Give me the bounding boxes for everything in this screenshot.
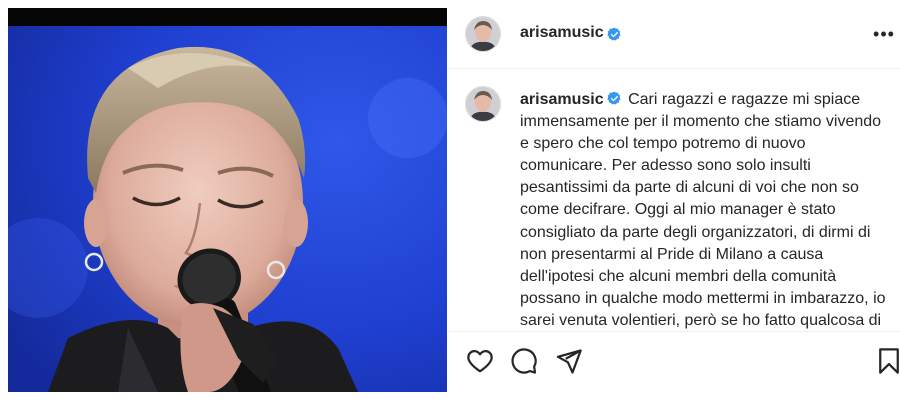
avatar[interactable] [465, 16, 501, 52]
share-icon[interactable] [555, 347, 583, 375]
post-header: arisamusic ••• [447, 0, 900, 69]
caption-username-link[interactable]: arisamusic [520, 91, 604, 108]
post-details-panel: arisamusic ••• arisamusic Cari ragazzi e… [447, 0, 900, 400]
verified-badge-icon [607, 27, 621, 41]
verified-badge-icon [606, 91, 621, 105]
username-link[interactable]: arisamusic [520, 24, 604, 42]
post-actions-bar [447, 331, 900, 401]
heart-icon[interactable] [466, 347, 494, 375]
caption-text: Cari ragazzi e ragazze mi spiace immensa… [520, 91, 886, 329]
caption-avatar[interactable] [465, 86, 501, 122]
comment-icon[interactable] [510, 347, 538, 375]
post-photo [8, 8, 447, 392]
post-caption: arisamusic Cari ragazzi e ragazze mi spi… [520, 89, 892, 331]
more-options-icon[interactable]: ••• [872, 22, 896, 46]
post-image[interactable] [8, 8, 447, 392]
comments-section: arisamusic Cari ragazzi e ragazze mi spi… [447, 69, 900, 331]
bookmark-icon[interactable] [875, 347, 900, 375]
